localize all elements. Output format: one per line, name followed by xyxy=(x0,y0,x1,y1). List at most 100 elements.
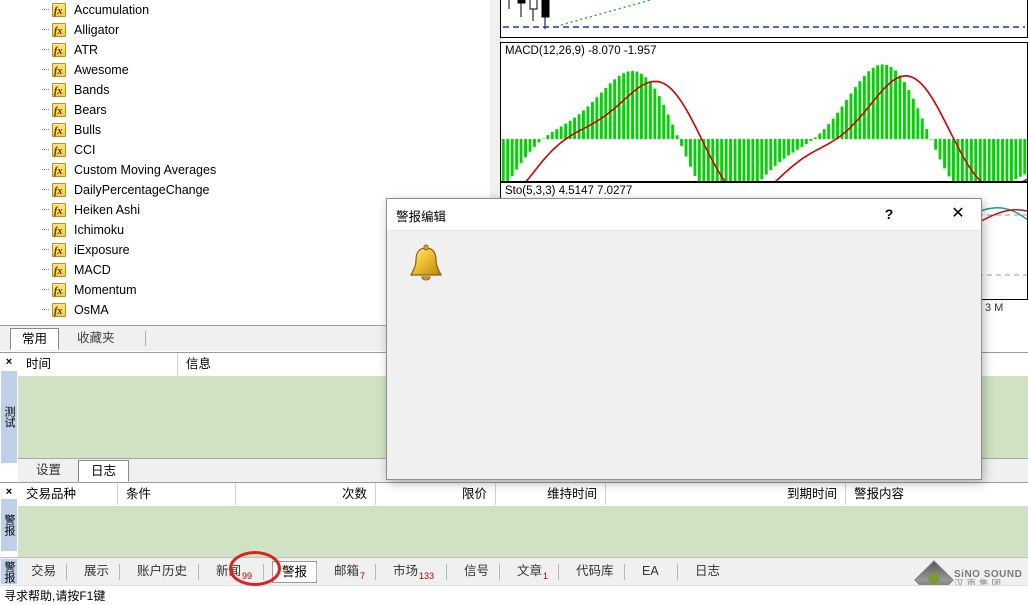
tree-connector xyxy=(42,309,49,310)
navigator-item[interactable]: Bulls xyxy=(0,120,490,142)
alerts-col-condition[interactable]: 条件 xyxy=(118,483,236,505)
indicator-fx-icon xyxy=(52,2,66,22)
taskbar-tab-7[interactable]: 信号 xyxy=(455,561,498,583)
application-window: Accumulation Alligator ATR Awesome Bands Bear… xyxy=(0,0,1028,605)
tree-connector xyxy=(42,189,49,190)
navigator-item-label: Bears xyxy=(74,103,107,117)
navigator-item[interactable]: DailyPercentageChange xyxy=(0,180,490,202)
taskbar-tab-11[interactable]: 日志 xyxy=(686,561,729,583)
navigator-item-label: Momentum xyxy=(74,283,137,297)
journal-col-time[interactable]: 时间 xyxy=(18,353,178,375)
navigator-item-label: iExposure xyxy=(74,243,130,257)
indicator-fx-icon xyxy=(52,242,66,262)
tree-connector xyxy=(42,249,49,250)
taskbar-tab-9[interactable]: 代码库 xyxy=(567,561,623,583)
help-icon[interactable]: ? xyxy=(867,199,911,229)
navigator-tab-favorites[interactable]: 收藏夹 xyxy=(66,328,126,350)
taskbar-tab-0[interactable]: 交易 xyxy=(22,561,65,583)
taskbar-separator xyxy=(316,564,317,580)
tree-connector xyxy=(42,149,49,150)
navigator-item[interactable]: Bears xyxy=(0,100,490,122)
taskbar-tab-label: 交易 xyxy=(31,564,57,578)
alerts-col-count[interactable]: 次数 xyxy=(236,483,376,505)
navigator-item[interactable]: ATR xyxy=(0,40,490,62)
navigator-item[interactable]: CCI xyxy=(0,140,490,162)
navigator-item-label: Custom Moving Averages xyxy=(74,163,217,177)
journal-close-icon[interactable]: × xyxy=(3,357,15,369)
alert-editor-dialog: 警报编辑 ? ✕ xyxy=(386,198,982,480)
navigator-item[interactable]: Custom Moving Averages xyxy=(0,160,490,182)
taskbar-tab-label: EA xyxy=(642,564,659,578)
alerts-col-limit-price[interactable]: 限价 xyxy=(376,483,496,505)
price-chart-pane[interactable] xyxy=(500,0,1028,38)
alerts-col-timeout[interactable]: 维持时间 xyxy=(496,483,606,505)
status-bar: 寻求帮助,请按F1键 xyxy=(0,585,1028,605)
indicator-fx-icon xyxy=(52,302,66,322)
tree-connector xyxy=(42,129,49,130)
alerts-col-expiry[interactable]: 到期时间 xyxy=(606,483,846,505)
stochastic-pane-label: Sto(5,3,3) 4.5147 7.0277 xyxy=(505,185,633,197)
taskbar-tab-label: 文章 xyxy=(517,564,543,578)
alerts-col-symbol[interactable]: 交易品种 xyxy=(18,483,118,505)
indicator-fx-icon xyxy=(52,162,66,182)
date-tick-1: 3 M xyxy=(985,302,1004,314)
navigator-item-label: Ichimoku xyxy=(74,223,125,237)
indicator-fx-icon xyxy=(52,122,66,142)
taskbar-tab-8[interactable]: 文章1 xyxy=(508,561,557,583)
alerts-rows-area xyxy=(18,506,1028,557)
indicator-fx-icon xyxy=(52,202,66,222)
annotation-ellipse xyxy=(229,551,281,586)
taskbar-tab-label: 市场 xyxy=(393,564,419,578)
macd-indicator-pane[interactable]: MACD(12,26,9) -8.070 -1.957 xyxy=(500,42,1028,182)
tree-connector xyxy=(42,209,49,210)
indicator-fx-icon xyxy=(52,142,66,162)
journal-tab-settings[interactable]: 设置 xyxy=(24,460,73,482)
taskbar-tab-10[interactable]: EA xyxy=(633,561,668,583)
navigator-item-label: DailyPercentageChange xyxy=(74,183,210,197)
navigator-item[interactable]: Accumulation xyxy=(0,0,490,22)
navigator-item[interactable]: Awesome xyxy=(0,60,490,82)
navigator-tab-common[interactable]: 常用 xyxy=(10,328,60,350)
alerts-col-content[interactable]: 警报内容 xyxy=(846,483,1028,505)
indicator-fx-icon xyxy=(52,182,66,202)
tree-connector xyxy=(42,69,49,70)
taskbar-tab-1[interactable]: 展示 xyxy=(75,561,118,583)
taskbar-separator xyxy=(375,564,376,580)
navigator-item-label: CCI xyxy=(74,143,96,157)
journal-tab-log[interactable]: 日志 xyxy=(78,460,130,482)
bottom-tabbar[interactable]: 警报 交易 展示 账户历史 新闻99 警报 邮箱7 市场133 信号 文章1 代码库 EA 日志 xyxy=(0,557,1028,586)
taskbar-tab-label: 警报 xyxy=(282,565,308,579)
journal-vertical-tab[interactable]: 测试 xyxy=(1,371,17,463)
tree-connector xyxy=(42,9,49,10)
close-icon[interactable]: ✕ xyxy=(935,199,981,229)
taskbar-tab-6[interactable]: 市场133 xyxy=(384,561,443,583)
taskbar-separator xyxy=(119,564,120,580)
taskbar-tab-5[interactable]: 邮箱7 xyxy=(325,561,374,583)
alerts-close-icon[interactable]: × xyxy=(3,487,15,499)
indicator-fx-icon xyxy=(52,102,66,122)
navigator-item[interactable]: Bands xyxy=(0,80,490,102)
alerts-vertical-tab[interactable]: 警报 xyxy=(1,499,17,551)
indicator-fx-icon xyxy=(52,262,66,282)
indicator-fx-icon xyxy=(52,222,66,242)
navigator-item[interactable]: Alligator xyxy=(0,20,490,42)
indicator-fx-icon xyxy=(52,282,66,302)
navigator-item-label: MACD xyxy=(74,263,111,277)
navigator-item-label: Bulls xyxy=(74,123,102,137)
taskbar-separator xyxy=(198,564,199,580)
navigator-item-label: Accumulation xyxy=(74,3,150,17)
tree-connector xyxy=(42,229,49,230)
taskbar-tab-label: 展示 xyxy=(84,564,110,578)
indicator-fx-icon xyxy=(52,42,66,62)
macd-pane-label: MACD(12,26,9) -8.070 -1.957 xyxy=(505,45,657,57)
taskbar-separator xyxy=(677,564,678,580)
taskbar-vertical-tab[interactable]: 警报 xyxy=(1,559,17,584)
dialog-titlebar[interactable]: 警报编辑 ? ✕ xyxy=(387,199,981,231)
tree-connector xyxy=(42,49,49,50)
navigator-item-label: ATR xyxy=(74,43,99,57)
navigator-item-label: Awesome xyxy=(74,63,129,77)
tree-connector xyxy=(42,169,49,170)
taskbar-tab-badge: 133 xyxy=(419,570,435,581)
indicator-fx-icon xyxy=(52,62,66,82)
taskbar-tab-2[interactable]: 账户历史 xyxy=(128,561,196,583)
